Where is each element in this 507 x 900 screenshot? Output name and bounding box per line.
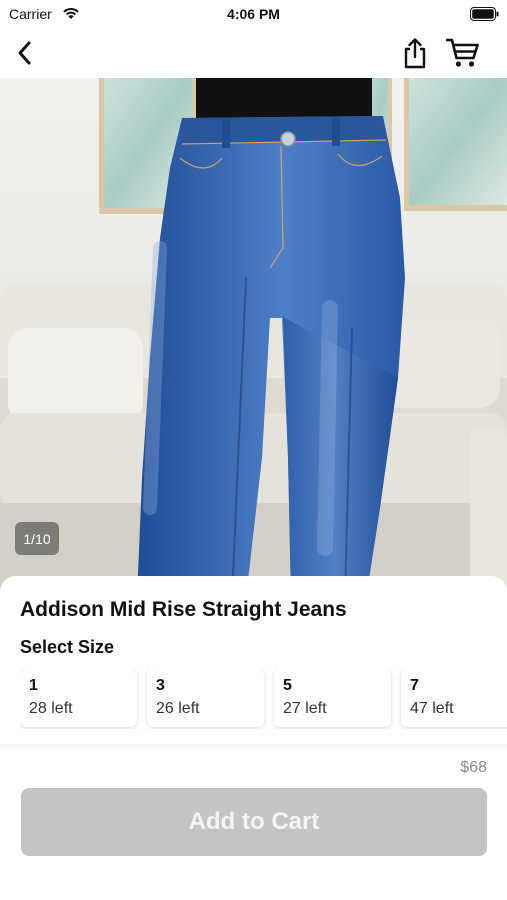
clock: 4:06 PM — [227, 6, 280, 22]
size-stock: 27 left — [283, 700, 327, 717]
size-stock: 47 left — [410, 700, 454, 717]
size-stock: 26 left — [156, 700, 200, 717]
size-heading: Select Size — [20, 637, 115, 657]
size-value: 3 — [156, 677, 165, 694]
share-button[interactable] — [398, 34, 432, 72]
size-value: 1 — [29, 677, 38, 694]
chevron-left-icon — [18, 41, 31, 65]
size-option-1[interactable]: 1 28 left — [20, 669, 137, 727]
size-stock: 28 left — [29, 700, 73, 717]
status-bar: Carrier 4:06 PM — [0, 0, 507, 28]
product-sheet: Addison Mid Rise Straight Jeans Select S… — [0, 576, 507, 900]
size-option-3[interactable]: 3 26 left — [147, 669, 264, 727]
product-title: Addison Mid Rise Straight Jeans — [20, 598, 347, 621]
product-price: $68 — [460, 759, 487, 776]
cart-button[interactable] — [444, 35, 482, 71]
product-image[interactable] — [0, 78, 507, 598]
size-value: 5 — [283, 677, 292, 694]
section-divider — [0, 744, 507, 750]
back-button[interactable] — [10, 36, 40, 70]
size-option-7[interactable]: 7 47 left — [401, 669, 507, 727]
share-icon — [404, 38, 426, 69]
size-value: 7 — [410, 677, 419, 694]
navigation-bar — [0, 28, 507, 78]
size-option-5[interactable]: 5 27 left — [274, 669, 391, 727]
cart-icon — [446, 38, 479, 67]
image-page-indicator: 1/10 — [15, 522, 59, 555]
size-selector[interactable]: 1 28 left 3 26 left 5 27 left 7 47 left — [20, 669, 507, 729]
add-to-cart-button[interactable]: Add to Cart — [21, 788, 487, 856]
battery-icon — [470, 7, 499, 26]
